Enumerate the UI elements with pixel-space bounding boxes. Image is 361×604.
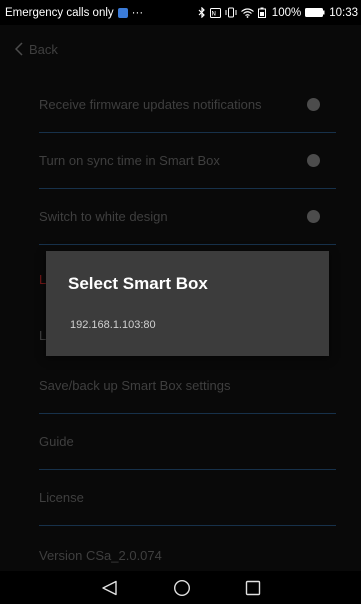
settings-row-backup[interactable]: Save/back up Smart Box settings [39, 358, 336, 414]
settings-row-label: License [39, 490, 84, 505]
settings-row-white-design[interactable]: Switch to white design [39, 189, 336, 245]
battery-saver-icon [257, 7, 268, 18]
settings-row-label: Turn on sync time in Smart Box [39, 153, 220, 168]
settings-row-label: Switch to white design [39, 209, 168, 224]
settings-row-guide[interactable]: Guide [39, 414, 336, 470]
more-notifications-icon: ··· [131, 6, 144, 19]
settings-row-license[interactable]: License [39, 470, 336, 526]
settings-row-label: Save/back up Smart Box settings [39, 378, 231, 393]
back-button[interactable]: Back [0, 37, 58, 61]
smart-box-option[interactable]: 192.168.1.103:80 [70, 319, 156, 331]
settings-row-firmware-notifications[interactable]: Receive firmware updates notifications [39, 77, 336, 133]
sync-time-toggle[interactable] [307, 154, 320, 167]
firmware-notifications-toggle[interactable] [307, 98, 320, 111]
app-notification-icon [117, 7, 128, 18]
wifi-icon [240, 7, 254, 18]
nfc-icon: N [209, 7, 221, 18]
bluetooth-icon [198, 7, 206, 18]
system-nav-bar [0, 571, 361, 604]
back-label: Back [29, 41, 58, 57]
recents-square-icon[interactable] [245, 580, 261, 596]
vibrate-icon [225, 7, 237, 18]
settings-row-label: Receive firmware updates notifications [39, 97, 262, 112]
dialog-title: Select Smart Box [68, 274, 208, 293]
carrier-text: Emergency calls only [5, 6, 114, 19]
home-circle-icon[interactable] [173, 579, 191, 597]
status-left: Emergency calls only ··· [5, 7, 143, 19]
status-bar: Emergency calls only ··· N 100% 10:33 [0, 0, 361, 25]
chevron-left-icon [15, 42, 23, 56]
white-design-toggle[interactable] [307, 210, 320, 223]
settings-row-label: Guide [39, 434, 74, 449]
battery-icon [305, 8, 325, 17]
back-triangle-icon[interactable] [101, 580, 119, 596]
select-smart-box-dialog: Select Smart Box 192.168.1.103:80 [46, 251, 329, 356]
battery-percent: 100% [271, 6, 302, 19]
clock: 10:33 [329, 6, 358, 19]
status-right: N 100% 10:33 [198, 7, 358, 19]
settings-row-sync-time[interactable]: Turn on sync time in Smart Box [39, 133, 336, 189]
version-label: Version CSa_2.0.074 [39, 547, 162, 563]
svg-text:N: N [211, 10, 216, 17]
